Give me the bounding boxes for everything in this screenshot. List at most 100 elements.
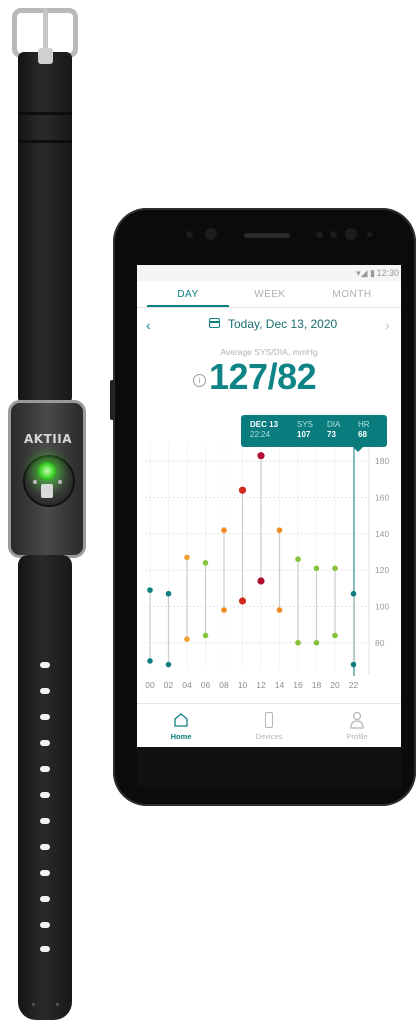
diastolic-point bbox=[313, 639, 320, 646]
diastolic-point bbox=[257, 577, 265, 585]
home-icon bbox=[174, 713, 188, 727]
iris-camera bbox=[345, 228, 357, 240]
tooltip-hr-value: 68 bbox=[358, 430, 367, 439]
next-day-button[interactable]: › bbox=[385, 317, 390, 333]
sensor-dot bbox=[58, 480, 62, 484]
systolic-point bbox=[257, 452, 265, 460]
date-label[interactable]: Today, Dec 13, 2020 bbox=[228, 317, 337, 331]
y-tick-label: 160 bbox=[375, 492, 389, 502]
y-tick-label: 140 bbox=[375, 529, 389, 539]
nav-profile[interactable]: Profile bbox=[313, 704, 401, 747]
systolic-point bbox=[184, 554, 190, 561]
systolic-point bbox=[313, 565, 320, 572]
front-sensor bbox=[316, 231, 323, 238]
blood-pressure-chart: 180 160 140 120 100 80 00 02 04 06 08 10 12 14 16 18 20 2… bbox=[145, 435, 389, 690]
buckle-pin bbox=[43, 8, 48, 52]
tab-month[interactable]: MONTH bbox=[311, 289, 393, 300]
diastolic-point bbox=[202, 632, 209, 639]
diastolic-point bbox=[238, 597, 247, 605]
x-tick-label: 06 bbox=[201, 680, 211, 690]
systolic-point bbox=[147, 587, 153, 593]
x-tick-label: 10 bbox=[238, 680, 248, 690]
x-tick-label: 22 bbox=[349, 680, 359, 690]
x-tick-label: 20 bbox=[330, 680, 340, 690]
tab-week[interactable]: WEEK bbox=[229, 289, 311, 300]
phone-chin bbox=[137, 747, 401, 787]
y-tick-label: 80 bbox=[375, 638, 385, 648]
diastolic-point bbox=[165, 661, 172, 668]
signal-battery-icon: ▾◢ ▮ bbox=[356, 268, 375, 278]
reading-tooltip[interactable]: DEC 13 22:24 SYS 107 DIA 73 HR 68 bbox=[241, 415, 387, 452]
previous-day-button[interactable]: ‹ bbox=[146, 317, 151, 333]
band-hole bbox=[40, 922, 50, 928]
band-groove bbox=[18, 112, 72, 115]
x-tick-label: 16 bbox=[293, 680, 303, 690]
device-icon bbox=[265, 712, 273, 728]
band-hole bbox=[40, 766, 50, 772]
front-sensor bbox=[330, 231, 337, 238]
average-value: 127/82 bbox=[209, 356, 317, 397]
bottom-navigation: Home Devices Profile bbox=[137, 703, 401, 747]
band-hole bbox=[40, 662, 50, 668]
band-hole bbox=[40, 740, 50, 746]
nav-home[interactable]: Home bbox=[137, 704, 225, 747]
phone-speaker bbox=[244, 233, 290, 238]
nav-devices[interactable]: Devices bbox=[225, 704, 313, 747]
x-tick-label: 08 bbox=[219, 680, 229, 690]
x-tick-label: 12 bbox=[256, 680, 266, 690]
nav-profile-label: Profile bbox=[346, 732, 368, 741]
systolic-point bbox=[165, 590, 172, 597]
nav-home-label: Home bbox=[170, 732, 192, 741]
systolic-point bbox=[332, 565, 338, 572]
diastolic-point bbox=[221, 607, 227, 613]
info-icon[interactable]: i bbox=[193, 374, 206, 387]
diastolic-point bbox=[350, 661, 357, 668]
systolic-point bbox=[202, 560, 209, 566]
profile-icon bbox=[350, 711, 364, 729]
band-rivet bbox=[32, 1003, 35, 1006]
diastolic-point bbox=[332, 632, 338, 639]
nav-devices-label: Devices bbox=[255, 732, 283, 741]
diastolic-point bbox=[184, 636, 190, 642]
period-tabs: DAY WEEK MONTH bbox=[137, 281, 401, 308]
sensor-dot bbox=[33, 480, 37, 484]
band-groove bbox=[18, 140, 72, 143]
band-hole bbox=[40, 714, 50, 720]
x-tick-label: 14 bbox=[275, 680, 285, 690]
band-hole bbox=[40, 946, 50, 952]
band-hole bbox=[40, 896, 50, 902]
diastolic-point bbox=[295, 639, 301, 646]
band-upper bbox=[18, 52, 72, 407]
status-time: 12:30 bbox=[376, 268, 399, 278]
active-tab-indicator bbox=[147, 305, 229, 307]
tooltip-hr-label: HR bbox=[358, 420, 370, 429]
x-tick-label: 00 bbox=[145, 680, 155, 690]
y-tick-label: 180 bbox=[375, 456, 389, 466]
tooltip-date: DEC 13 bbox=[250, 420, 279, 429]
band-hole bbox=[40, 688, 50, 694]
front-sensor bbox=[367, 232, 372, 237]
calendar-icon[interactable] bbox=[209, 318, 220, 328]
band-hole bbox=[40, 818, 50, 824]
phone-side-button bbox=[110, 380, 114, 420]
tooltip-sys-value: 107 bbox=[297, 430, 311, 439]
x-tick-label: 02 bbox=[164, 680, 174, 690]
y-tick-label: 120 bbox=[375, 565, 389, 575]
band-hole bbox=[40, 792, 50, 798]
systolic-point bbox=[350, 590, 357, 597]
front-sensor bbox=[186, 231, 193, 238]
tab-day[interactable]: DAY bbox=[147, 289, 229, 300]
band-hole bbox=[40, 870, 50, 876]
brand-logo: AKTIIA bbox=[24, 432, 72, 446]
diastolic-point bbox=[276, 607, 283, 613]
green-led-icon bbox=[38, 462, 56, 480]
diastolic-point bbox=[147, 658, 153, 664]
band-rivet bbox=[56, 1003, 59, 1006]
systolic-point bbox=[221, 527, 227, 533]
y-tick-label: 100 bbox=[375, 601, 389, 611]
systolic-point bbox=[295, 556, 301, 563]
tooltip-dia-value: 73 bbox=[327, 430, 336, 439]
buckle-loop bbox=[38, 48, 53, 64]
x-tick-label: 18 bbox=[312, 680, 322, 690]
x-tick-label: 04 bbox=[182, 680, 192, 690]
